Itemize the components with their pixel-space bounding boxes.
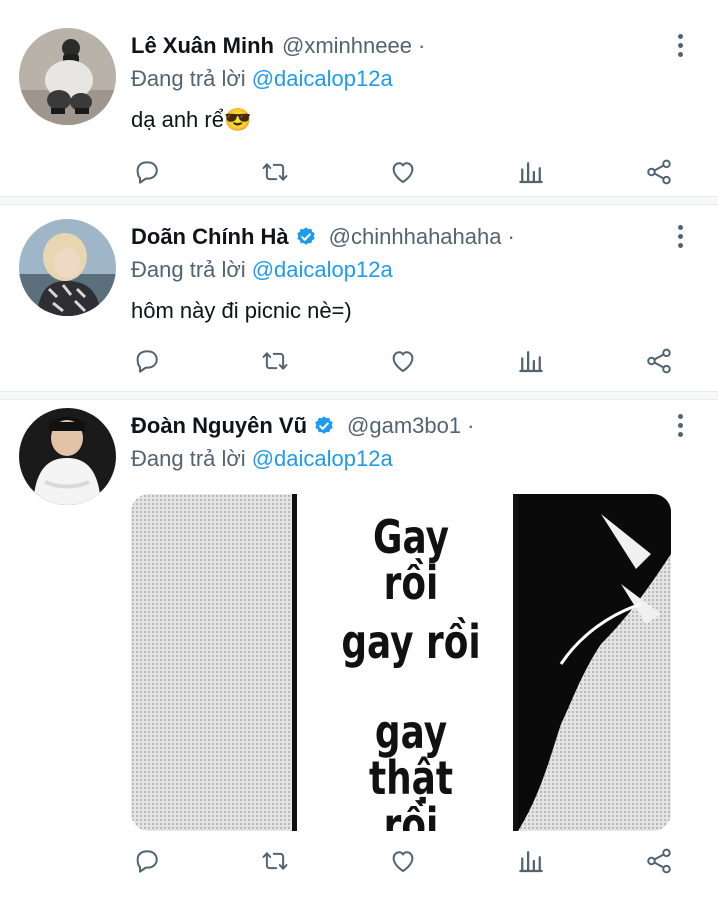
analytics-button[interactable]: [515, 846, 547, 876]
like-button[interactable]: [387, 846, 419, 876]
reply-context: Đang trả lời @daicalop12a: [131, 66, 393, 92]
tweet-header: Đoàn Nguyên Vũ @gam3bo1 ·: [131, 413, 474, 439]
tweet-divider: [0, 196, 718, 205]
action-bar: [0, 846, 718, 876]
share-button[interactable]: [643, 157, 675, 187]
reply-prefix: Đang trả lời: [131, 66, 246, 91]
tweet-text: dạ anh rể😎: [131, 107, 252, 132]
analytics-button[interactable]: [515, 346, 547, 376]
reply-icon: [136, 350, 158, 373]
more-options-button[interactable]: [668, 410, 692, 440]
media-caption-line: Gay rồi: [373, 510, 449, 610]
more-options-button[interactable]: [668, 221, 692, 251]
media-caption-line: gay thật: [368, 705, 454, 805]
like-button[interactable]: [387, 157, 419, 187]
separator-dot: ·: [417, 33, 426, 58]
retweet-button[interactable]: [259, 157, 291, 187]
tweet[interactable]: Đoàn Nguyên Vũ @gam3bo1 · Đang trả lời @d…: [0, 400, 718, 897]
reply-prefix: Đang trả lời: [131, 446, 246, 471]
action-bar: [0, 346, 718, 376]
tweet-header: Doãn Chính Hà @chinhhahahaha ·: [131, 224, 515, 250]
retweet-button[interactable]: [259, 346, 291, 376]
share-icon: [647, 848, 671, 874]
verified-badge-icon: [315, 416, 333, 434]
tweet[interactable]: Lê Xuân Minh @xminhneee · Đang trả lời @d…: [0, 0, 718, 196]
like-button[interactable]: [387, 346, 419, 376]
retweet-icon: [262, 852, 288, 870]
tweet-divider: [0, 391, 718, 400]
reply-context: Đang trả lời @daicalop12a: [131, 446, 393, 472]
reply-prefix: Đang trả lời: [131, 257, 246, 282]
retweet-button[interactable]: [259, 846, 291, 876]
reply-button[interactable]: [131, 346, 163, 376]
retweet-icon: [262, 352, 288, 370]
reply-mention-link[interactable]: @daicalop12a: [252, 66, 393, 91]
reply-icon: [136, 850, 158, 873]
avatar[interactable]: [19, 219, 116, 316]
media-caption-line: rồi: [383, 798, 439, 831]
share-icon: [647, 348, 671, 374]
media-caption-line: gay rồi: [341, 615, 481, 669]
avatar[interactable]: [19, 408, 116, 505]
user-handle[interactable]: @gam3bo1: [347, 413, 461, 439]
user-handle[interactable]: @xminhneee: [282, 33, 412, 59]
display-name[interactable]: Đoàn Nguyên Vũ: [131, 413, 307, 439]
analytics-icon: [519, 351, 543, 373]
reply-mention-link[interactable]: @daicalop12a: [252, 257, 393, 282]
like-icon: [392, 351, 414, 372]
reply-button[interactable]: [131, 157, 163, 187]
more-options-button[interactable]: [668, 30, 692, 60]
share-button[interactable]: [643, 846, 675, 876]
like-icon: [392, 851, 414, 872]
share-button[interactable]: [643, 346, 675, 376]
like-icon: [392, 162, 414, 183]
reply-mention-link[interactable]: @daicalop12a: [252, 446, 393, 471]
avatar[interactable]: [19, 28, 116, 125]
user-handle[interactable]: @chinhhahahaha: [329, 224, 502, 250]
tweet-media-image[interactable]: Gay rồi gay rồi gay thật rồi: [131, 494, 671, 831]
analytics-icon: [519, 851, 543, 873]
separator-dot: ·: [467, 413, 475, 438]
verified-badge-icon: [296, 227, 315, 245]
analytics-button[interactable]: [515, 157, 547, 187]
tweet-header: Lê Xuân Minh @xminhneee ·: [131, 33, 425, 59]
separator-dot: ·: [507, 224, 515, 249]
reply-context: Đang trả lời @daicalop12a: [131, 257, 393, 283]
tweet[interactable]: Doãn Chính Hà @chinhhahahaha · Đang trả …: [0, 205, 718, 391]
display-name[interactable]: Lê Xuân Minh: [131, 33, 274, 59]
action-bar: [0, 157, 718, 187]
analytics-icon: [519, 162, 543, 184]
reply-button[interactable]: [131, 846, 163, 876]
display-name[interactable]: Doãn Chính Hà: [131, 224, 289, 250]
tweet-text: hôm này đi picnic nè=): [131, 298, 352, 323]
retweet-icon: [262, 163, 288, 181]
reply-icon: [136, 161, 158, 184]
share-icon: [647, 159, 671, 185]
